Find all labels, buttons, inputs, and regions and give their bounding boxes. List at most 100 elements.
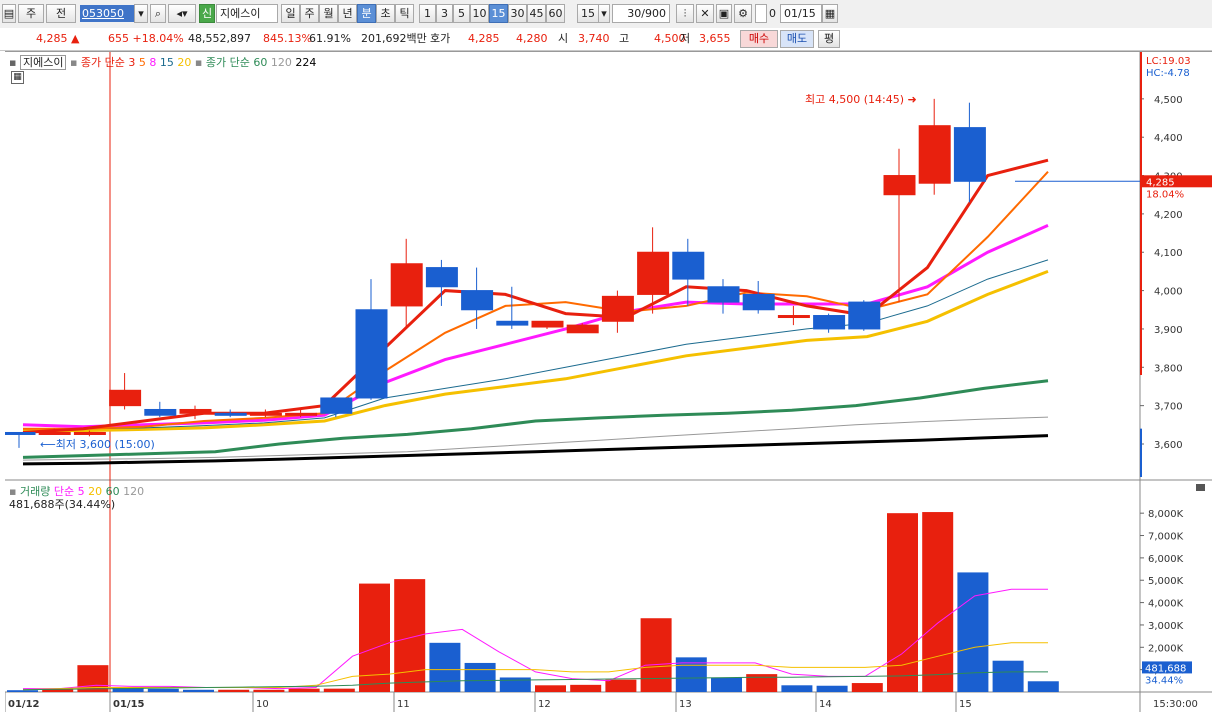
legend-ma-label[interactable]: 종가 단순 xyxy=(81,56,125,69)
market-button[interactable]: 전 xyxy=(46,4,76,23)
legend-ma120: 120 xyxy=(270,56,292,69)
zero-checkbox[interactable] xyxy=(755,4,767,23)
grid-table-icon[interactable]: ▦ xyxy=(11,71,24,84)
volume-bar xyxy=(922,512,954,692)
volume-bar xyxy=(957,572,989,692)
candle-body xyxy=(461,290,494,311)
candle-body xyxy=(355,309,388,399)
interval-button-30[interactable]: 30 xyxy=(508,4,527,23)
save-icon[interactable]: ▣ xyxy=(716,4,732,23)
sell-button[interactable]: 매도 xyxy=(780,30,814,48)
legend-stock-name[interactable]: 지에스이 xyxy=(19,55,67,70)
candle-icon[interactable]: ⫶ xyxy=(676,4,694,23)
period-button-6[interactable]: 틱 xyxy=(395,4,414,23)
chart-canvas[interactable]: 4,5004,4004,3004,2004,1004,0003,9003,800… xyxy=(3,52,1212,713)
candle-body xyxy=(742,293,775,311)
volume-bar xyxy=(992,660,1024,692)
price-axis-label: 4,200 xyxy=(1154,210,1183,221)
speaker-icon[interactable]: ◂▾ xyxy=(168,4,196,23)
price-axis-label: 3,600 xyxy=(1154,440,1183,451)
search-icon[interactable]: ⌕ xyxy=(150,4,166,23)
period-type-button[interactable]: 주 xyxy=(18,4,44,23)
high-label: 고 xyxy=(619,32,630,45)
buy-button[interactable]: 매수 xyxy=(740,30,778,48)
candle-body xyxy=(425,267,458,288)
change-value: 655 +18.04% xyxy=(108,32,184,45)
interval-dropdown-icon[interactable]: ▾ xyxy=(598,4,610,23)
period-button-4[interactable]: 분 xyxy=(357,4,376,23)
price-axis-label: 3,900 xyxy=(1154,325,1183,336)
interval-button-5[interactable]: 5 xyxy=(453,4,470,23)
trade-value: 201,692백만 xyxy=(361,32,427,45)
crosshair-icon[interactable]: ✕ xyxy=(696,4,714,23)
interval-button-10[interactable]: 10 xyxy=(470,4,489,23)
gear-icon[interactable]: ⚙ xyxy=(734,4,752,23)
volume-bar xyxy=(851,683,883,692)
volume-bar xyxy=(816,685,848,692)
chart-panel[interactable]: 4,5004,4004,3004,2004,1004,0003,9003,800… xyxy=(3,51,1212,713)
legend-ma60: 60 xyxy=(253,56,268,69)
date-field[interactable]: 01/15 xyxy=(780,4,822,23)
interval-button-45[interactable]: 45 xyxy=(527,4,546,23)
mode-icon[interactable]: ▤ xyxy=(2,4,16,23)
turnover-rate: 61.91% xyxy=(309,32,351,45)
interval-button-3[interactable]: 3 xyxy=(436,4,453,23)
legend-vol-ma120: 120 xyxy=(123,485,145,498)
candle-body xyxy=(777,315,810,319)
volume-axis-label: 4,000K xyxy=(1148,599,1184,610)
candle-body xyxy=(249,412,282,416)
price-axis-label: 4,500 xyxy=(1154,95,1183,106)
volume-bar xyxy=(323,688,355,692)
interval-button-1[interactable]: 1 xyxy=(419,4,436,23)
x-axis-label: 15 xyxy=(959,699,972,710)
volume-bar xyxy=(605,679,637,692)
price-axis-label: 4,100 xyxy=(1154,248,1183,259)
count-field[interactable]: 30/900 xyxy=(612,4,670,23)
x-axis-label: 11 xyxy=(397,699,410,710)
interval-button-60[interactable]: 60 xyxy=(546,4,565,23)
volume-value: 48,552,897 xyxy=(188,32,251,45)
interval-field[interactable]: 15 xyxy=(577,4,599,23)
low-price: 3,655 xyxy=(699,32,731,45)
volume-axis-label: 7,000K xyxy=(1148,532,1184,543)
stock-code-input[interactable]: 053050 xyxy=(80,5,134,22)
period-button-5[interactable]: 초 xyxy=(376,4,395,23)
x-axis-label: 12 xyxy=(538,699,551,710)
code-dropdown-icon[interactable]: ▾ xyxy=(134,4,148,23)
volume-bar xyxy=(1027,681,1059,692)
volume-bar xyxy=(464,662,496,692)
candle-body xyxy=(953,127,986,182)
volume-bar xyxy=(253,689,285,692)
period-button-1[interactable]: 주 xyxy=(300,4,319,23)
x-axis-label: 14 xyxy=(819,699,832,710)
legend-ma5: 5 xyxy=(138,56,146,69)
toolbar: ▤ 주 전 053050 ▾ ⌕ ◂▾ 신 지에스이 일 주 월 년 분 초 틱 1 3 5 10 1… xyxy=(0,0,1212,29)
volume-pct-tag: 34.44% xyxy=(1145,675,1183,686)
volume-bar xyxy=(711,677,742,692)
volume-bar xyxy=(570,684,602,692)
price-axis-label: 4,000 xyxy=(1154,287,1183,298)
candle-body xyxy=(179,408,212,414)
quote-label: 호가 xyxy=(430,32,451,45)
candle-body xyxy=(672,251,705,280)
legend-ma2-label[interactable]: 종가 단순 xyxy=(206,56,250,69)
eval-button[interactable]: 평 xyxy=(818,30,840,48)
period-button-0[interactable]: 일 xyxy=(281,4,300,23)
hc-label: HC:-4.78 xyxy=(1146,68,1190,79)
legend-ma224: 224 xyxy=(295,56,317,69)
interval-button-15[interactable]: 15 xyxy=(489,4,508,23)
calendar-icon[interactable]: ▦ xyxy=(822,4,838,23)
volume-ratio: 845.13% xyxy=(263,32,312,45)
candle-body xyxy=(214,412,247,416)
x-axis-label: 10 xyxy=(256,699,269,710)
volume-bar xyxy=(183,689,214,692)
legend-ma20: 20 xyxy=(177,56,192,69)
period-button-3[interactable]: 년 xyxy=(338,4,357,23)
stock-name-field[interactable]: 지에스이 xyxy=(216,4,278,23)
candle-body xyxy=(918,125,951,184)
zero-checkbox-label: 0 xyxy=(769,7,776,20)
volume-bar xyxy=(781,685,813,692)
volume-bar xyxy=(640,618,672,692)
period-button-2[interactable]: 월 xyxy=(319,4,338,23)
volume-axis-label: 8,000K xyxy=(1148,509,1184,520)
